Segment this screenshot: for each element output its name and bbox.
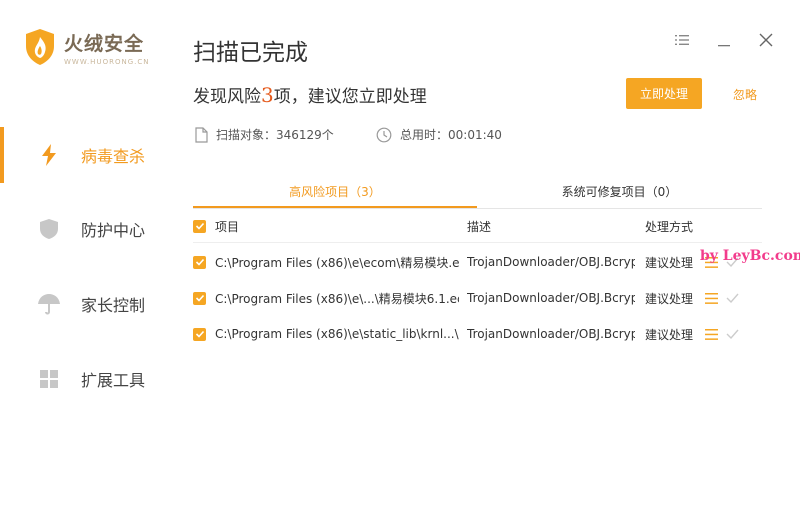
list-icon[interactable]: [705, 292, 718, 304]
sidebar-item-label: 防护中心: [81, 221, 146, 240]
app-name: 火绒安全: [64, 32, 145, 55]
document-icon: [195, 126, 208, 143]
menu-icon[interactable]: [674, 32, 690, 48]
row-action-icons: [705, 316, 739, 352]
row-action[interactable]: 建议处理: [645, 280, 693, 316]
risk-prefix: 发现风险: [193, 87, 261, 107]
risk-summary: 发现风险3项，建议您立即处理: [193, 82, 427, 107]
col-desc: 描述: [467, 219, 492, 234]
select-all-checkbox[interactable]: [193, 210, 206, 242]
row-desc: TrojanDownloader/OBJ.Bcrypt: [467, 291, 635, 305]
total-time-stat: 总用时：00:01:40: [376, 126, 502, 143]
umbrella-icon: [37, 292, 61, 316]
clock-icon: [376, 127, 392, 142]
tab-system-repairable[interactable]: 系统可修复项目（0）: [477, 176, 762, 207]
check-icon[interactable]: [726, 293, 739, 303]
row-path: C:\Program Files (x86)\e\static_lib\krnl…: [215, 327, 459, 341]
result-tabs: 高风险项目（3） 系统可修复项目（0）: [193, 176, 762, 209]
tab-high-risk[interactable]: 高风险项目（3）: [193, 176, 477, 208]
huorong-logo-icon: [26, 29, 54, 65]
row-checkbox[interactable]: [193, 244, 206, 280]
list-icon[interactable]: [705, 328, 718, 340]
ignore-link[interactable]: 忽略: [733, 86, 757, 103]
col-action: 处理方式: [645, 219, 694, 234]
sidebar: 火绒安全 WWW.HUORONG.CN 病毒查杀 防护中心 家长控制 扩展工具: [0, 0, 170, 515]
watermark: by LeyBc.com: [700, 248, 800, 264]
sidebar-item-protection[interactable]: 防护中心: [0, 201, 170, 257]
row-action-icons: [705, 280, 739, 316]
row-path: C:\Program Files (x86)\e\ecom\精易模块.ec: [215, 255, 459, 270]
row-action[interactable]: 建议处理: [645, 244, 693, 280]
window-controls: [674, 32, 774, 48]
sidebar-item-label: 病毒查杀: [81, 147, 146, 166]
shield-icon: [37, 217, 61, 241]
page-title: 扫描已完成: [193, 40, 308, 66]
lightning-icon: [37, 143, 61, 167]
scan-objects-stat: 扫描对象：346129个: [195, 126, 334, 143]
risk-suffix: 项，建议您立即处理: [273, 87, 427, 107]
sidebar-item-parental-control[interactable]: 家长控制: [0, 276, 170, 332]
risk-count: 3: [261, 83, 274, 107]
close-icon[interactable]: [758, 32, 774, 48]
minimize-icon[interactable]: [716, 32, 732, 48]
table-header: 项目 描述 处理方式: [193, 210, 762, 243]
scan-objects-text: 扫描对象：346129个: [216, 128, 334, 142]
sidebar-item-label: 家长控制: [81, 296, 146, 315]
app-logo: 火绒安全 WWW.HUORONG.CN: [24, 28, 149, 66]
total-time-text: 总用时：00:01:40: [400, 128, 502, 142]
col-item: 项目: [215, 219, 240, 234]
table-row[interactable]: C:\Program Files (x86)\e\...\精易模块6.1.ec …: [193, 280, 762, 316]
grid-icon: [37, 367, 61, 391]
row-checkbox[interactable]: [193, 316, 206, 352]
row-desc: TrojanDownloader/OBJ.Bcrypt: [467, 255, 635, 269]
app-domain: WWW.HUORONG.CN: [64, 57, 150, 66]
table-row[interactable]: C:\Program Files (x86)\e\ecom\精易模块.ec Tr…: [193, 244, 762, 280]
check-icon[interactable]: [726, 329, 739, 339]
row-checkbox[interactable]: [193, 280, 206, 316]
row-desc: TrojanDownloader/OBJ.Bcrypt: [467, 327, 635, 341]
row-path: C:\Program Files (x86)\e\...\精易模块6.1.ec: [215, 291, 459, 306]
process-now-button[interactable]: 立即处理: [626, 78, 702, 109]
table-row[interactable]: C:\Program Files (x86)\e\static_lib\krnl…: [193, 316, 762, 352]
sidebar-item-virus-scan[interactable]: 病毒查杀: [0, 127, 170, 183]
row-action[interactable]: 建议处理: [645, 316, 693, 352]
sidebar-item-label: 扩展工具: [81, 371, 146, 390]
sidebar-item-extensions[interactable]: 扩展工具: [0, 351, 170, 407]
